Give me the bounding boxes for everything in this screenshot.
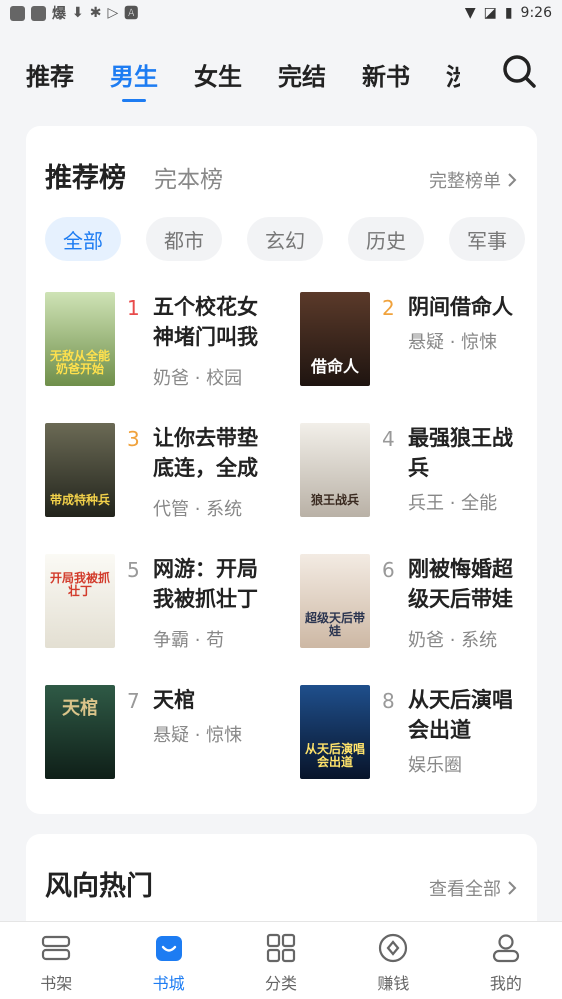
tab-completed[interactable]: 完结 — [278, 57, 326, 92]
status-bar: 爆 ⬇ ✱ ▷ 🅰 ▼ ◪ ▮ 9:26 — [0, 0, 562, 26]
completed-ranking-tab[interactable]: 完本榜 — [154, 160, 223, 194]
nav-earn[interactable]: 赚钱 — [337, 922, 449, 999]
book-item[interactable]: 无敌从全能奶爸开始 1 五个校花女神堵门叫我 奶爸 · 校园 — [45, 292, 275, 392]
full-ranking-link[interactable]: 完整榜单 — [429, 167, 517, 193]
book-rank: 1 — [127, 296, 140, 320]
book-tags: 悬疑 · 惊悚 — [153, 725, 243, 746]
filter-fantasy[interactable]: 玄幻 — [247, 217, 323, 261]
book-title: 最强狼王战兵 — [408, 426, 513, 480]
nav-earn-label: 赚钱 — [377, 974, 410, 993]
book-rank: 6 — [382, 558, 395, 582]
nav-bookshelf[interactable]: 书架 — [0, 922, 112, 999]
tab-partial[interactable]: 涉 — [446, 57, 460, 92]
book-tags: 悬疑 · 惊悚 — [408, 332, 498, 353]
book-item[interactable]: 超级天后带娃 6 刚被悔婚超级天后带娃 奶爸 · 系统 — [300, 554, 530, 654]
app-notification-icon — [31, 5, 46, 21]
font-icon: 🅰 — [124, 6, 139, 22]
book-title: 天棺 — [153, 688, 195, 712]
tab-male[interactable]: 男生 — [110, 57, 158, 92]
book-tags: 娱乐圈 — [408, 755, 462, 776]
play-store-icon: ▷ — [107, 5, 119, 21]
bookstore-icon — [155, 936, 182, 961]
profile-icon — [492, 934, 519, 963]
tab-new-books[interactable]: 新书 — [362, 57, 410, 92]
nav-bookshelf-label: 书架 — [40, 974, 73, 993]
book-title: 从天后演唱会出道 — [408, 688, 513, 742]
tab-female[interactable]: 女生 — [194, 57, 242, 92]
book-tags: 争霸 · 苟 — [153, 630, 225, 651]
nav-category-label: 分类 — [265, 974, 298, 993]
bookshelf-icon — [42, 935, 71, 961]
book-rank: 3 — [127, 427, 140, 451]
filter-urban[interactable]: 都市 — [146, 217, 222, 261]
book-cover: 借命人 — [300, 292, 370, 386]
earn-icon — [379, 933, 408, 963]
book-rank: 8 — [382, 689, 395, 713]
nav-profile-label: 我的 — [489, 974, 522, 993]
book-item[interactable]: 狼王战兵 4 最强狼王战兵 兵王 · 全能 — [300, 423, 530, 523]
book-tags: 奶爸 · 校园 — [153, 368, 243, 389]
book-cover: 超级天后带娃 — [300, 554, 370, 648]
no-signal-icon: ◪ — [483, 5, 497, 21]
book-tags: 兵王 · 全能 — [408, 493, 498, 514]
book-tags: 奶爸 · 系统 — [408, 630, 498, 651]
book-cover: 狼王战兵 — [300, 423, 370, 517]
trending-title: 风向热门 — [45, 871, 153, 902]
battery-icon: ▮ — [504, 5, 513, 21]
top-tab-bar: 推荐 男生 女生 完结 新书 涉 — [0, 44, 562, 104]
notification-icons: 爆 ⬇ ✱ ▷ 🅰 — [10, 3, 138, 23]
view-all-link[interactable]: 查看全部 — [429, 875, 517, 901]
app-notification-icon — [10, 5, 25, 21]
bottom-navigation: 书架 书城 分类 赚钱 我的 — [0, 921, 562, 999]
book-rank: 4 — [382, 427, 395, 451]
book-item[interactable]: 带成特种兵 3 让你去带垫底连，全成 代管 · 系统 — [45, 423, 275, 523]
status-time: 9:26 — [520, 5, 552, 21]
category-icon — [266, 933, 296, 963]
filter-history[interactable]: 历史 — [348, 217, 424, 261]
nav-bookstore[interactable]: 书城 — [112, 922, 224, 999]
chevron-right-icon — [508, 881, 517, 895]
nav-category[interactable]: 分类 — [225, 922, 337, 999]
book-title: 让你去带垫底连，全成 — [153, 426, 258, 480]
filter-military[interactable]: 军事 — [449, 217, 525, 261]
book-cover: 无敌从全能奶爸开始 — [45, 292, 115, 386]
filter-all[interactable]: 全部 — [45, 217, 121, 261]
book-item[interactable]: 开局我被抓壮丁 5 网游：开局我被抓壮丁 争霸 · 苟 — [45, 554, 275, 654]
full-ranking-label: 完整榜单 — [429, 171, 501, 192]
book-item[interactable]: 从天后演唱会出道 8 从天后演唱会出道 娱乐圈 — [300, 685, 530, 785]
ranking-card: 推荐榜 完本榜 完整榜单 全部 都市 玄幻 历史 军事 无敌从全能奶爸开始 1 … — [26, 126, 537, 814]
notification-text: 爆 — [52, 6, 66, 22]
book-item[interactable]: 借命人 2 阴间借命人 悬疑 · 惊悚 — [300, 292, 530, 392]
book-rank: 2 — [382, 296, 395, 320]
book-title: 五个校花女神堵门叫我 — [153, 295, 258, 349]
book-title: 阴间借命人 — [408, 295, 513, 319]
ranking-title[interactable]: 推荐榜 — [45, 156, 126, 195]
book-rank: 5 — [127, 558, 140, 582]
tab-recommend[interactable]: 推荐 — [26, 57, 74, 92]
book-cover: 带成特种兵 — [45, 423, 115, 517]
book-cover: 从天后演唱会出道 — [300, 685, 370, 779]
chevron-right-icon — [508, 173, 517, 187]
book-cover: 天棺 — [45, 685, 115, 779]
nav-bookstore-label: 书城 — [152, 974, 185, 993]
download-icon: ⬇ — [72, 5, 84, 21]
genre-filter-bar: 全部 都市 玄幻 历史 军事 — [45, 217, 537, 261]
nav-profile[interactable]: 我的 — [450, 922, 562, 999]
book-item[interactable]: 天棺 7 天棺 悬疑 · 惊悚 — [45, 685, 275, 785]
book-cover: 开局我被抓壮丁 — [45, 554, 115, 648]
book-title: 网游：开局我被抓壮丁 — [153, 557, 258, 611]
view-all-label: 查看全部 — [429, 879, 501, 900]
book-title: 刚被悔婚超级天后带娃 — [408, 557, 513, 611]
wifi-icon: ▼ — [464, 5, 476, 21]
book-tags: 代管 · 系统 — [153, 499, 243, 520]
search-icon[interactable] — [502, 54, 536, 88]
bug-icon: ✱ — [89, 5, 102, 21]
book-rank: 7 — [127, 689, 140, 713]
